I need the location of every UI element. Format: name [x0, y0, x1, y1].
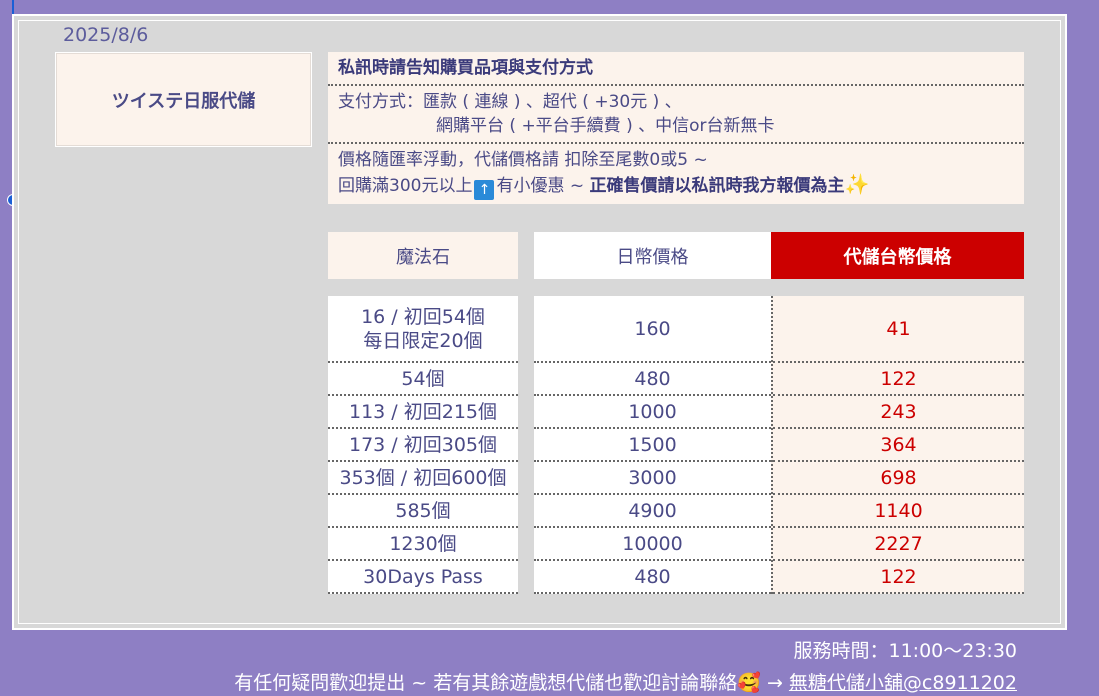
- stone-column: 16 / 初回54個 每日限定20個 54個 113 / 初回215個 173 …: [328, 296, 518, 594]
- price-note-line-1: 價格隨匯率浮動，代儲價格請 扣除至尾數0或5 ~: [338, 150, 708, 170]
- stone-cell: 353個 / 初回600個: [328, 462, 518, 495]
- payment-line-2: 網購平台 ( +平台手續費 ) 、中信or台新無卡: [436, 116, 775, 136]
- stone-cell: 16 / 初回54個 每日限定20個: [328, 296, 518, 363]
- brand-title: ツイステ日服代儲: [111, 90, 256, 112]
- right-arrow-icon: →: [760, 672, 789, 694]
- twd-price-cell: 122: [773, 561, 1024, 594]
- jpy-price-cell: 160: [534, 296, 771, 363]
- stone-cell: 113 / 初回215個: [328, 396, 518, 429]
- stone-cell-line-1: 16 / 初回54個: [361, 305, 485, 328]
- jpy-price-cell: 4900: [534, 495, 771, 528]
- info-box: 私訊時請告知購買品項與支付方式 支付方式：匯款 ( 連線 ) 、超代 ( +30…: [328, 52, 1024, 204]
- contact-text: 有任何疑問歡迎提出 ~ 若有其餘遊戲想代儲也歡迎討論聯絡: [234, 672, 738, 694]
- jpy-price-cell: 3000: [534, 462, 771, 495]
- stone-cell: 54個: [328, 363, 518, 396]
- stone-cell: 1230個: [328, 528, 518, 561]
- twd-price-cell: 2227: [773, 528, 1024, 561]
- info-title: 私訊時請告知購買品項與支付方式: [328, 52, 1024, 86]
- price-note-line-2: 回購滿300元以上 ↑ 有小優惠 ~ 正確售價請以私訊時我方報價為主✨: [338, 172, 1014, 200]
- stone-cell: 173 / 初回305個: [328, 429, 518, 462]
- sparkle-icon: ✨: [844, 172, 870, 196]
- header-jpy-price: 日幣價格: [534, 232, 771, 279]
- twd-price-cell: 41: [773, 296, 1024, 363]
- stone-cell-line-2: 每日限定20個: [363, 329, 483, 352]
- price-note-suffix: 有小優惠 ~: [496, 176, 590, 196]
- twd-price-cell: 122: [773, 363, 1024, 396]
- smiling-face-icon: 🥰: [737, 672, 761, 694]
- twd-price-cell: 364: [773, 429, 1024, 462]
- stone-cell: 30Days Pass: [328, 561, 518, 594]
- payment-line-1: 支付方式：匯款 ( 連線 ) 、超代 ( +30元 ) 、: [338, 92, 682, 112]
- date-label: 2025/8/6: [63, 24, 149, 46]
- jpy-price-cell: 480: [534, 561, 771, 594]
- price-notes: 價格隨匯率浮動，代儲價格請 扣除至尾數0或5 ~ 回購滿300元以上 ↑ 有小優惠 …: [328, 144, 1024, 204]
- header-twd-price: 代儲台幣價格: [771, 232, 1024, 279]
- twd-price-cell: 698: [773, 462, 1024, 495]
- service-hours: 服務時間：11:00～23:30: [793, 640, 1017, 662]
- header-magic-stone: 魔法石: [328, 232, 518, 279]
- jpy-price-column: 160 480 1000 1500 3000 4900 10000 480: [534, 296, 771, 594]
- up-arrow-icon: ↑: [474, 180, 495, 200]
- price-note-emphasis: 正確售價請以私訊時我方報價為主: [589, 176, 845, 196]
- stone-cell: 585個: [328, 495, 518, 528]
- shop-link[interactable]: 無糖代儲小舖@c8911202: [789, 672, 1017, 694]
- price-note-prefix: 回購滿300元以上: [338, 176, 473, 196]
- payment-methods: 支付方式：匯款 ( 連線 ) 、超代 ( +30元 ) 、 網購平台 ( +平台…: [328, 86, 1024, 144]
- contact-line: 有任何疑問歡迎提出 ~ 若有其餘遊戲想代儲也歡迎討論聯絡🥰 → 無糖代儲小舖@c…: [234, 668, 1017, 695]
- jpy-price-cell: 10000: [534, 528, 771, 561]
- twd-price-cell: 243: [773, 396, 1024, 429]
- price-panel: 2025/8/6 ツイステ日服代儲 私訊時請告知購買品項與支付方式 支付方式：匯…: [12, 14, 1067, 630]
- brand-box: ツイステ日服代儲: [55, 52, 312, 147]
- twd-price-cell: 1140: [773, 495, 1024, 528]
- jpy-price-cell: 480: [534, 363, 771, 396]
- jpy-price-cell: 1000: [534, 396, 771, 429]
- twd-price-column: 41 122 243 364 698 1140 2227 122: [771, 296, 1024, 594]
- jpy-price-cell: 1500: [534, 429, 771, 462]
